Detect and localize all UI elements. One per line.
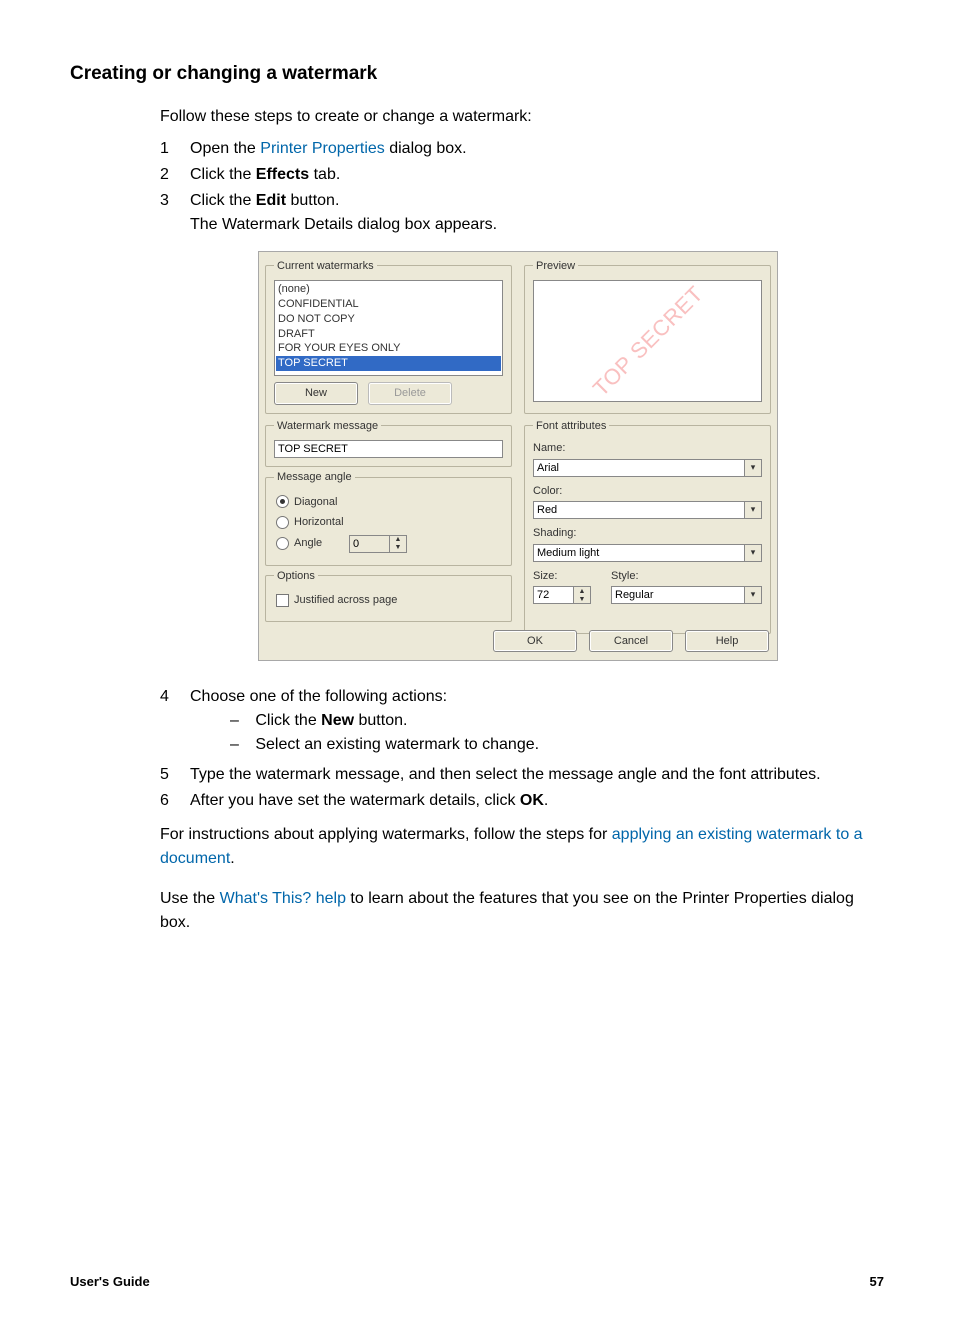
list-item[interactable]: DRAFT [276,327,501,342]
new-button[interactable]: New [274,382,358,405]
group-legend: Message angle [274,469,355,486]
step-text: Type the watermark message, and then sel… [190,763,884,787]
help-button[interactable]: Help [685,630,769,653]
list-item-selected[interactable]: TOP SECRET [276,356,501,371]
sublist-item: Select an existing watermark to change. [230,733,884,757]
radio-label: Diagonal [294,494,337,511]
preview-area: TOP SECRET [533,280,762,402]
angle-value-input[interactable] [349,535,389,553]
font-attributes-group: Font attributes Name: Color: Shading: [524,418,771,634]
text-fragment: tab. [309,166,340,183]
size-label: Size: [533,568,601,585]
step-text: Click the Effects tab. [190,163,884,187]
text-fragment: dialog box. [385,140,467,157]
text-fragment: Click the [190,192,256,209]
checkbox-label: Justified across page [294,592,397,609]
group-legend: Current watermarks [274,258,377,275]
paragraph: Use the What's This? help to learn about… [160,887,884,935]
shading-label: Shading: [533,525,762,542]
style-value[interactable] [611,586,744,604]
group-legend: Watermark message [274,418,381,435]
text-fragment: Click the [255,712,321,729]
preview-watermark-text: TOP SECRET [585,280,711,402]
color-value[interactable] [533,501,744,519]
radio-label: Horizontal [294,514,344,531]
step-number: 4 [160,685,190,709]
current-watermarks-group: Current watermarks (none) CONFIDENTIAL D… [265,258,512,414]
size-input[interactable] [533,586,573,604]
sublist-item: Click the New button. [230,709,884,733]
step-text: After you have set the watermark details… [190,789,884,813]
list-item[interactable]: FOR YOUR EYES ONLY [276,341,501,356]
message-angle-group: Message angle Diagonal Horizontal Angle [265,469,512,566]
text-fragment: After you have set the watermark details… [190,792,520,809]
shading-value[interactable] [533,544,744,562]
step-number: 2 [160,163,190,187]
text-fragment: The Watermark Details dialog box appears… [190,216,497,233]
size-stepper[interactable]: ▲▼ [573,586,591,604]
step-text: Open the Printer Properties dialog box. [190,137,884,161]
ok-button[interactable]: OK [493,630,577,653]
options-group: Options Justified across page [265,568,512,622]
chevron-down-icon[interactable] [744,501,762,519]
group-legend: Font attributes [533,418,609,435]
section-heading: Creating or changing a watermark [70,60,884,89]
page-number: 57 [870,1272,884,1292]
angle-radio[interactable] [276,537,289,550]
list-item[interactable]: (none) [276,282,501,297]
watermark-message-group: Watermark message [265,418,512,468]
text-fragment: Open the [190,140,260,157]
delete-button[interactable]: Delete [368,382,452,405]
printer-properties-link[interactable]: Printer Properties [260,140,385,157]
color-dropdown[interactable] [533,501,762,519]
group-legend: Preview [533,258,578,275]
step-text: Click the Edit button. The Watermark Det… [190,189,884,237]
diagonal-radio[interactable] [276,495,289,508]
paragraph: For instructions about applying watermar… [160,823,884,871]
step-text: Choose one of the following actions: Cli… [190,685,884,761]
step-number: 3 [160,189,190,213]
text-fragment: Select an existing watermark to change. [255,736,539,753]
chevron-down-icon[interactable] [744,544,762,562]
intro-text: Follow these steps to create or change a… [160,105,884,129]
text-fragment: button. [354,712,407,729]
text-fragment: button. [286,192,339,209]
list-item[interactable]: DO NOT COPY [276,312,501,327]
watermarks-listbox[interactable]: (none) CONFIDENTIAL DO NOT COPY DRAFT FO… [274,280,503,376]
font-name-value[interactable] [533,459,744,477]
cancel-button[interactable]: Cancel [589,630,673,653]
chevron-down-icon[interactable] [744,586,762,604]
text-fragment: . [230,850,234,867]
text-fragment: For instructions about applying watermar… [160,826,612,843]
text-fragment: . [544,792,548,809]
text-fragment: Choose one of the following actions: [190,688,447,705]
group-legend: Options [274,568,318,585]
font-name-dropdown[interactable] [533,459,762,477]
whats-this-help-link[interactable]: What's This? help [220,890,346,907]
ok-button-name: OK [520,792,544,809]
style-label: Style: [611,568,762,585]
justified-checkbox[interactable] [276,594,289,607]
text-fragment: Click the [190,166,256,183]
radio-label: Angle [294,535,344,552]
color-label: Color: [533,483,762,500]
step-number: 5 [160,763,190,787]
style-dropdown[interactable] [611,586,762,604]
text-fragment: Use the [160,890,220,907]
step-number: 6 [160,789,190,813]
dialog-screenshot: Current watermarks (none) CONFIDENTIAL D… [258,251,884,662]
footer-title: User's Guide [70,1272,150,1292]
step-number: 1 [160,137,190,161]
list-item[interactable]: CONFIDENTIAL [276,297,501,312]
effects-tab-name: Effects [256,166,309,183]
chevron-down-icon[interactable] [744,459,762,477]
edit-button-name: Edit [256,192,286,209]
horizontal-radio[interactable] [276,516,289,529]
shading-dropdown[interactable] [533,544,762,562]
preview-group: Preview TOP SECRET [524,258,771,414]
angle-stepper[interactable]: ▲▼ [389,535,407,553]
name-label: Name: [533,440,762,457]
watermark-message-input[interactable] [274,440,503,458]
new-button-name: New [321,712,354,729]
